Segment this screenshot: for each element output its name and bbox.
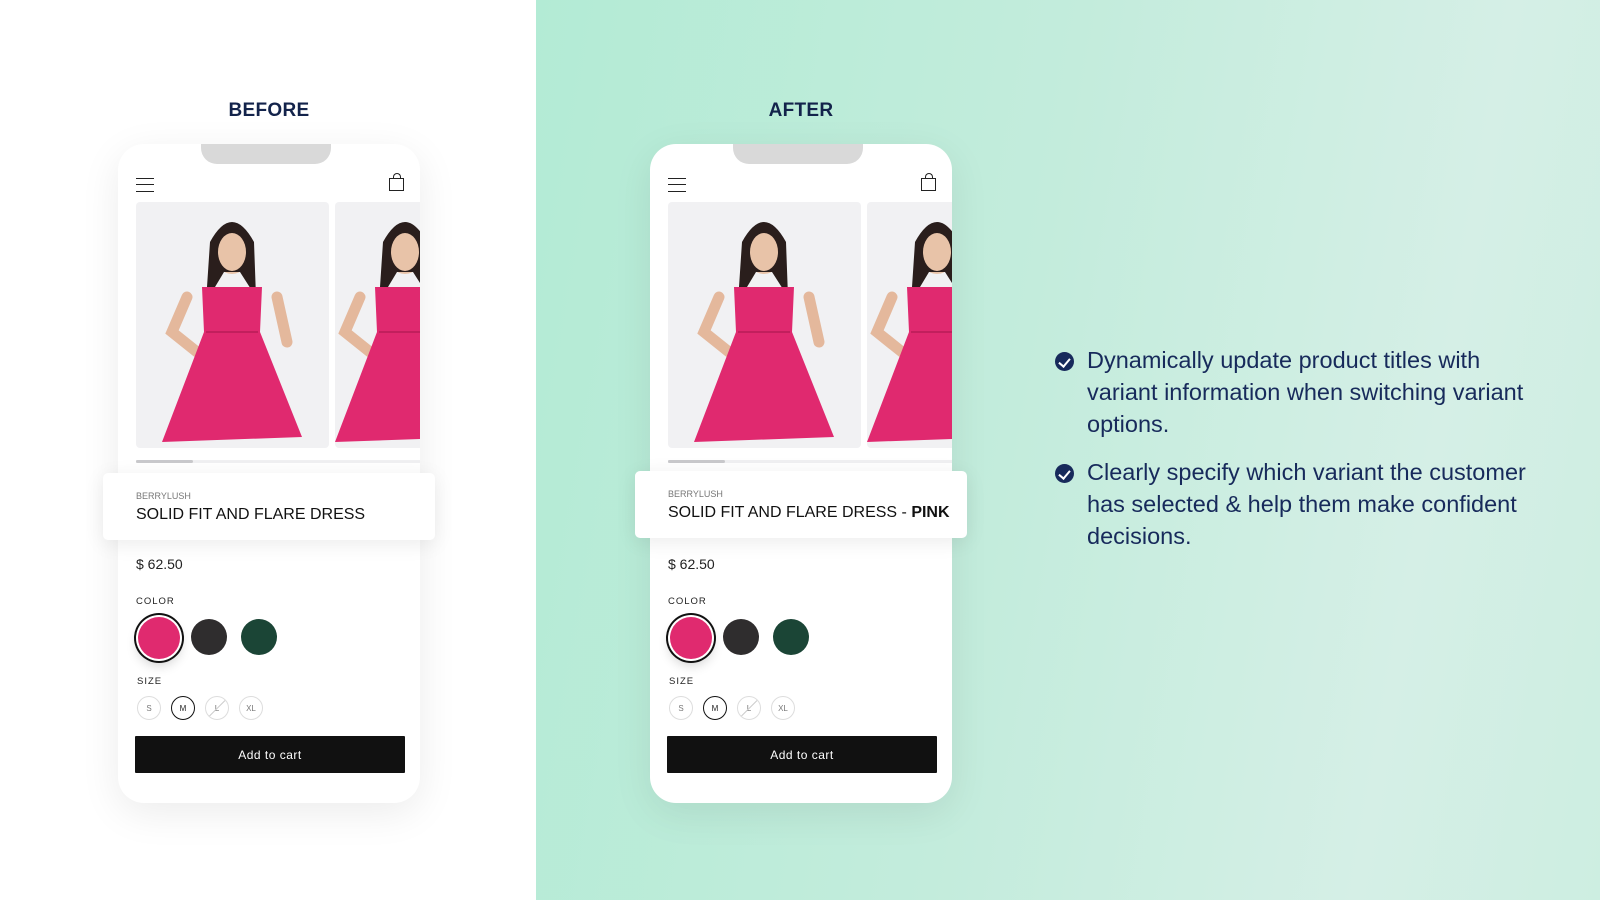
add-to-cart-button[interactable]: Add to cart (135, 736, 405, 773)
product-title-variant: PINK (911, 504, 950, 521)
product-price: $ 62.50 (136, 556, 183, 572)
size-label: SIZE (669, 676, 695, 687)
phone-notch (733, 144, 863, 164)
hamburger-menu-icon[interactable] (136, 178, 154, 192)
product-image-gallery[interactable] (668, 202, 952, 448)
feature-item: Dynamically update product titles with v… (1055, 344, 1535, 440)
color-swatch[interactable] (723, 619, 759, 655)
vendor-name: BERRYLUSH (136, 491, 191, 501)
size-option[interactable]: L (205, 696, 229, 720)
after-label: AFTER (768, 100, 834, 121)
add-to-cart-button[interactable]: Add to cart (667, 736, 937, 773)
color-label: COLOR (136, 596, 175, 607)
color-swatch[interactable] (241, 619, 277, 655)
feature-list: Dynamically update product titles with v… (1055, 344, 1535, 568)
size-option[interactable]: S (669, 696, 693, 720)
product-image-gallery[interactable] (136, 202, 420, 448)
size-option[interactable]: XL (771, 696, 795, 720)
product-title-card: BERRYLUSH SOLID FIT AND FLARE DRESS - PI… (635, 471, 967, 538)
product-title-card: BERRYLUSH SOLID FIT AND FLARE DRESS (103, 473, 435, 540)
scrollbar-thumb[interactable] (136, 460, 193, 463)
before-label: BEFORE (228, 100, 310, 121)
shopping-bag-icon[interactable] (389, 173, 404, 191)
size-option[interactable]: S (137, 696, 161, 720)
product-image (867, 202, 952, 448)
color-swatch[interactable] (138, 617, 180, 659)
size-option[interactable]: L (737, 696, 761, 720)
phone-notch (201, 144, 331, 164)
product-title-base: SOLID FIT AND FLARE DRESS (136, 506, 366, 523)
product-price: $ 62.50 (668, 556, 715, 572)
size-option[interactable]: XL (239, 696, 263, 720)
color-swatch[interactable] (670, 617, 712, 659)
feature-text: Dynamically update product titles with v… (1087, 347, 1524, 437)
color-swatch[interactable] (191, 619, 227, 655)
hamburger-menu-icon[interactable] (668, 178, 686, 192)
color-label: COLOR (668, 596, 707, 607)
product-image (136, 202, 329, 448)
size-option[interactable]: M (171, 696, 195, 720)
scrollbar-thumb[interactable] (668, 460, 725, 463)
check-circle-icon (1055, 352, 1074, 371)
feature-text: Clearly specify which variant the custom… (1087, 459, 1526, 549)
vendor-name: BERRYLUSH (668, 489, 723, 499)
gallery-scrollbar[interactable] (136, 460, 420, 463)
product-title: SOLID FIT AND FLARE DRESS (136, 506, 365, 524)
product-title-base: SOLID FIT AND FLARE DRESS - (668, 504, 912, 521)
size-label: SIZE (137, 676, 163, 687)
product-title: SOLID FIT AND FLARE DRESS - PINK (668, 504, 950, 522)
size-option[interactable]: M (703, 696, 727, 720)
feature-item: Clearly specify which variant the custom… (1055, 456, 1535, 552)
product-image (335, 202, 420, 448)
check-circle-icon (1055, 464, 1074, 483)
after-phone-mockup: BERRYLUSH SOLID FIT AND FLARE DRESS - PI… (635, 144, 967, 803)
color-swatch[interactable] (773, 619, 809, 655)
before-phone-mockup: BERRYLUSH SOLID FIT AND FLARE DRESS $ 62… (103, 144, 435, 803)
gallery-scrollbar[interactable] (668, 460, 952, 463)
product-image (668, 202, 861, 448)
shopping-bag-icon[interactable] (921, 173, 936, 191)
